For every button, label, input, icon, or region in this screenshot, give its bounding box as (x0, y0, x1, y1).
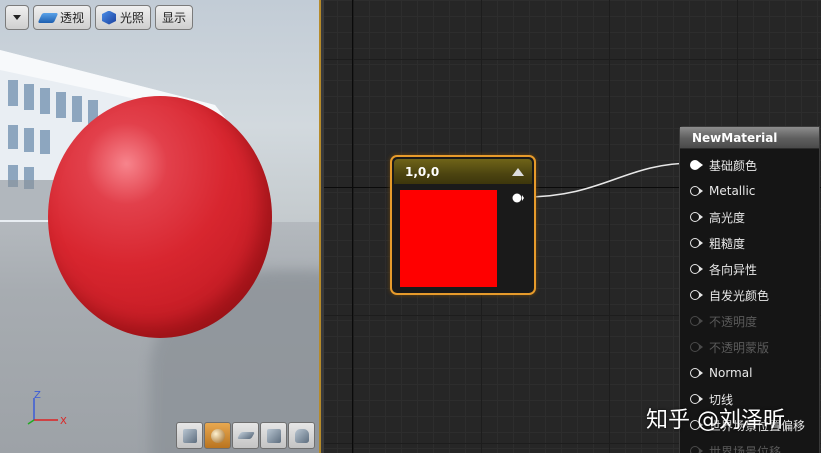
material-pin-row[interactable]: Metallic (690, 183, 755, 199)
pin-label: 高光度 (709, 210, 746, 225)
viewport-menu-button[interactable] (5, 5, 29, 30)
teapot-icon (294, 428, 309, 443)
axis-x-label: X (60, 416, 67, 427)
teapot-shape-button[interactable] (288, 422, 315, 449)
preview-viewport[interactable]: 透视 光照 显示 Z X (0, 0, 319, 453)
splitter-accent (319, 0, 321, 453)
material-node-title: NewMaterial (680, 127, 819, 149)
axis-z-label: Z (34, 390, 41, 401)
material-graph[interactable]: 1,0,0 NewMaterial 基础颜色 Metallic 高光度粗糙度各向异性… (324, 0, 821, 453)
chevron-down-icon (13, 15, 21, 20)
material-pin-row[interactable]: 粗糙度 (690, 235, 745, 251)
material-pin-row[interactable]: 基础颜色 (690, 157, 757, 173)
input-pin-icon[interactable] (690, 186, 703, 196)
show-label: 显示 (162, 11, 187, 25)
pin-label: 不透明蒙版 (709, 340, 770, 355)
lit-cube-icon (102, 10, 117, 25)
pin-label: Metallic (709, 184, 756, 198)
lit-label: 光照 (120, 11, 145, 25)
cylinder-icon (182, 428, 197, 443)
input-pin-connected-icon[interactable] (690, 160, 703, 170)
preview-shape-bar (176, 422, 315, 449)
material-pin-row[interactable]: 不透明蒙版 (690, 339, 769, 355)
collapse-triangle-icon[interactable] (512, 167, 524, 176)
pin-label: 各向异性 (709, 262, 758, 277)
input-pin-icon[interactable] (690, 238, 703, 248)
constant-node-title: 1,0,0 (405, 164, 440, 179)
input-pin-icon[interactable] (690, 264, 703, 274)
material-pin-row[interactable]: 不透明度 (690, 313, 757, 329)
cube-icon (266, 428, 281, 443)
pin-label: 粗糙度 (709, 236, 746, 251)
pin-label: 基础颜色 (709, 158, 758, 173)
input-pin-icon[interactable] (690, 316, 703, 326)
material-pin-row[interactable]: 自发光颜色 (690, 287, 769, 303)
input-pin-icon[interactable] (690, 212, 703, 222)
perspective-button[interactable]: 透视 (33, 5, 92, 30)
input-pin-icon[interactable] (690, 290, 703, 300)
material-pin-row[interactable]: 世界场景位移 (690, 443, 781, 453)
pin-label: Normal (709, 366, 753, 380)
material-pin-row[interactable]: 各向异性 (690, 261, 757, 277)
pin-label: 世界场景位移 (709, 444, 782, 453)
output-pin-icon[interactable] (512, 193, 524, 203)
axis-gizmo: Z X (22, 388, 72, 438)
material-pin-row[interactable]: Normal (690, 365, 752, 381)
input-pin-icon[interactable] (690, 446, 703, 453)
perspective-icon (37, 12, 59, 23)
material-pin-row[interactable]: 高光度 (690, 209, 745, 225)
show-button[interactable]: 显示 (155, 5, 194, 30)
sphere-shape-button[interactable] (204, 422, 231, 449)
constant-node-header[interactable]: 1,0,0 (394, 159, 532, 184)
pin-label: 不透明度 (709, 314, 758, 329)
input-pin-icon[interactable] (690, 342, 703, 352)
pin-label: 自发光颜色 (709, 288, 770, 303)
axis-lines-icon (27, 398, 58, 425)
plane-shape-button[interactable] (232, 422, 259, 449)
color-swatch (400, 190, 497, 287)
material-editor: 透视 光照 显示 Z X 1,0,0 NewMaterial 基础颜色 Meta… (0, 0, 821, 453)
sphere-icon (210, 428, 225, 443)
plane-icon (236, 432, 255, 439)
cube-shape-button[interactable] (260, 422, 287, 449)
viewport-toolbar: 透视 光照 显示 (5, 5, 194, 30)
graph-origin-line-v (352, 0, 353, 453)
preview-sphere (48, 96, 272, 338)
watermark-text: 知乎 @刘泽昕 (646, 408, 785, 433)
lit-button[interactable]: 光照 (95, 5, 152, 30)
constant3vector-node[interactable]: 1,0,0 (390, 155, 536, 295)
cylinder-shape-button[interactable] (176, 422, 203, 449)
perspective-label: 透视 (60, 11, 85, 25)
input-pin-icon[interactable] (690, 368, 703, 378)
